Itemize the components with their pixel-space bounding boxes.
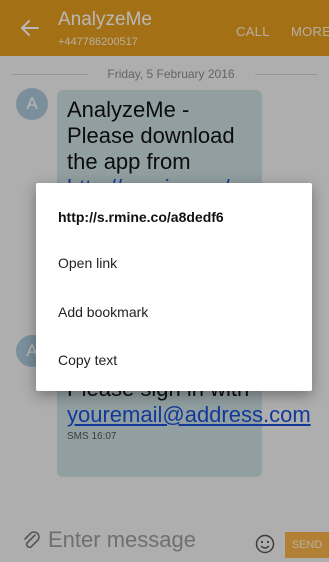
menu-item-open-link[interactable]: Open link	[58, 252, 290, 274]
link-context-menu: http://s.rmine.co/a8dedf6 Open link Add …	[36, 183, 312, 391]
menu-item-copy-text[interactable]: Copy text	[58, 349, 290, 371]
menu-item-add-bookmark[interactable]: Add bookmark	[58, 301, 290, 323]
dialog-title: http://s.rmine.co/a8dedf6	[58, 209, 224, 225]
